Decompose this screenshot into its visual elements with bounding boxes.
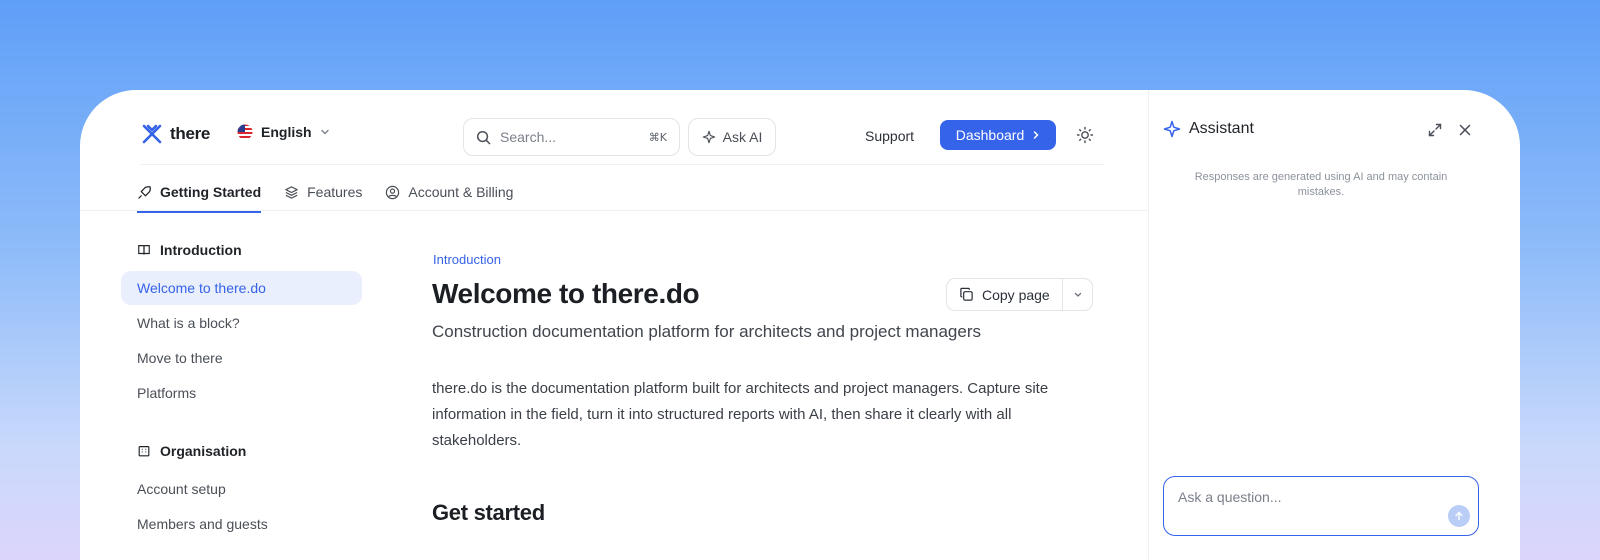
ask-question-input[interactable]: Ask a question... [1163,476,1479,536]
copy-page-label: Copy page [982,286,1050,303]
assistant-title: Assistant [1189,120,1254,137]
intro-paragraph: there.do is the documentation platform b… [432,380,1049,449]
copy-options-dropdown[interactable] [1063,290,1092,300]
sidebar-item-label: Platforms [137,385,197,401]
sidebar-item-label: Move to there [137,350,223,366]
dashboard-label: Dashboard [955,127,1025,143]
copy-page-button[interactable]: Copy page [947,279,1063,310]
sun-icon [1076,126,1094,144]
search-placeholder: Search... [500,129,557,145]
sidebar-item-platforms[interactable]: Platforms [121,376,362,410]
tabs-divider [80,210,1148,211]
sidebar-item-members-guests[interactable]: Members and guests [121,507,362,541]
building-icon [138,446,150,457]
ai-disclaimer: Responses are generated using AI and may… [1194,171,1448,198]
us-flag-icon [237,124,253,140]
search-input[interactable]: Search... ⌘K [463,118,680,156]
sparkle-icon [702,130,715,144]
copy-icon [960,287,973,301]
docs-window: there English Search... ⌘K Ask AI Suppor… [80,90,1520,560]
tab-label: Getting Started [160,184,262,200]
tab-features[interactable]: Features [284,174,362,210]
sidebar-item-label: Members and guests [137,516,268,532]
sidebar-item-move-to-there[interactable]: Move to there [121,341,362,375]
section-heading: Get started [432,500,545,525]
tab-label: Features [307,184,363,200]
chevron-down-icon [1074,292,1081,297]
tab-account-billing[interactable]: Account & Billing [385,174,513,210]
sidebar-section-title: Organisation [160,443,247,459]
search-shortcut: ⌘K [648,130,667,144]
assistant-header: Assistant [1163,120,1254,138]
page-title: Welcome to there.do [432,278,700,309]
tab-getting-started[interactable]: Getting Started [137,174,262,213]
rocket-icon [138,185,151,199]
ask-ai-button[interactable]: Ask AI [688,118,776,156]
send-button[interactable] [1448,505,1470,527]
brand-logo[interactable]: there [140,122,210,146]
sidebar-item-label: Welcome to there.do [137,280,266,296]
book-icon [138,245,150,255]
tab-label: Account & Billing [408,184,514,200]
user-circle-icon [386,185,400,199]
close-icon[interactable] [1457,122,1473,138]
copy-page-control: Copy page [946,278,1093,311]
ask-ai-label: Ask AI [722,129,763,145]
sparkle-icon [1163,120,1181,138]
sidebar-section-introduction: Introduction [137,242,242,258]
assistant-panel: Assistant Responses are generated using … [1148,90,1520,560]
sidebar-section-organisation: Organisation [137,443,246,459]
sidebar-item-welcome[interactable]: Welcome to there.do [121,271,362,305]
arrow-up-icon [1455,511,1463,521]
header-divider [140,164,1105,165]
sidebar-item-what-is-a-block[interactable]: What is a block? [121,306,362,340]
sidebar-item-account-setup[interactable]: Account setup [121,472,362,506]
layers-icon [285,185,298,199]
breadcrumb[interactable]: Introduction [433,252,501,267]
expand-icon[interactable] [1427,122,1443,138]
chevron-down-icon [320,129,329,135]
theme-toggle[interactable] [1074,124,1096,146]
dashboard-button[interactable]: Dashboard [940,120,1056,150]
sidebar-item-label: Account setup [137,481,226,497]
page-subtitle: Construction documentation platform for … [432,322,981,341]
brand-name: there [170,124,211,143]
chevron-right-icon [1034,131,1039,139]
language-label: English [261,124,312,140]
there-logo-icon [142,124,162,144]
top-tabs: Getting Started Features Account & Billi… [137,174,513,213]
sidebar-item-label: What is a block? [137,315,240,331]
sidebar-section-title: Introduction [160,242,242,258]
language-selector[interactable]: English [237,124,330,140]
search-icon [476,130,491,144]
ask-question-placeholder: Ask a question... [1178,489,1282,505]
support-link[interactable]: Support [865,128,914,144]
